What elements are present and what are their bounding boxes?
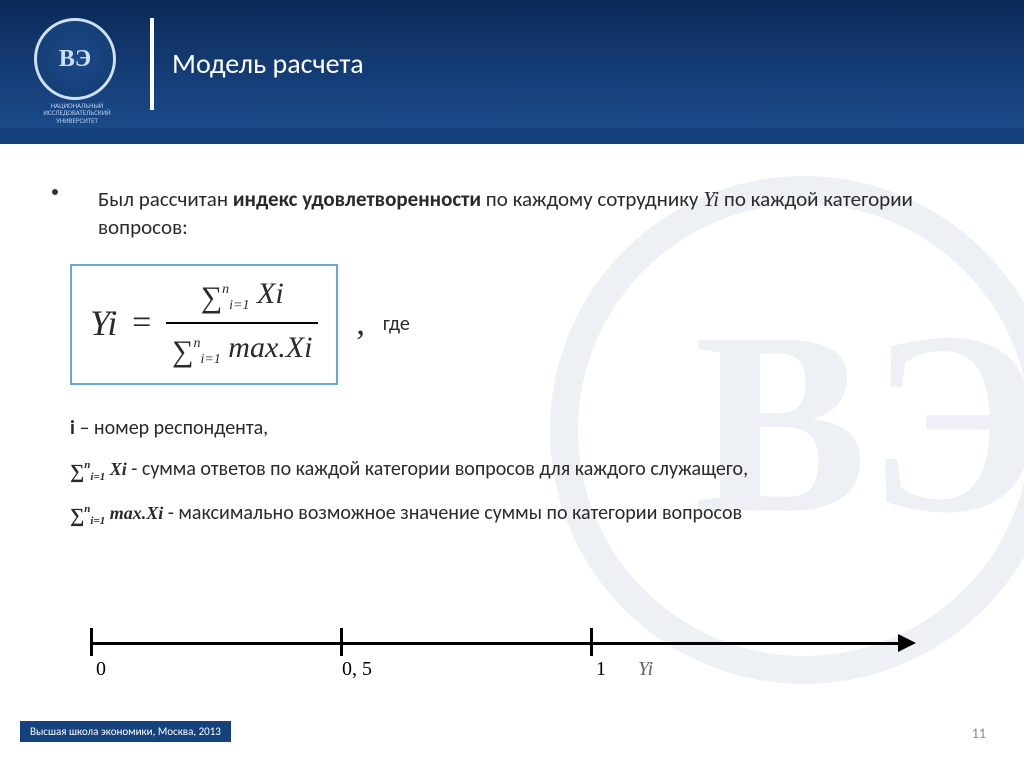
axis-label-0: 0 xyxy=(96,658,106,681)
logo-letters: ВЭ xyxy=(59,46,91,73)
intro-post: по каждому сотруднику xyxy=(481,186,703,212)
logo-caption: НАЦИОНАЛЬНЫЙ ИССЛЕДОВАТЕЛЬСКИЙ УНИВЕРСИТ… xyxy=(22,102,132,124)
denominator: ∑ni=1 max.Xi xyxy=(166,324,318,373)
intro-yi: Yi xyxy=(703,187,719,211)
header-bar: ВЭ НАЦИОНАЛЬНЫЙ ИССЛЕДОВАТЕЛЬСКИЙ УНИВЕР… xyxy=(0,0,1024,128)
def-sumxi: ∑ni=1 Xi - сумма ответов по каждой катег… xyxy=(70,456,970,486)
def-i: i – номер респондента, xyxy=(70,415,970,442)
formula-lhs: Yi xyxy=(90,303,117,343)
intro-pre: Был рассчитан xyxy=(98,186,233,212)
num-lower: i=1 xyxy=(229,298,249,313)
header-underline xyxy=(0,128,1024,144)
def-i-text: – номер респондента, xyxy=(75,416,268,440)
numerator: ∑ni=1 Xi xyxy=(166,274,318,325)
def-summax: ∑ni=1 max.Xi - максимально возможное зна… xyxy=(70,500,970,530)
slide-title: Модель расчета xyxy=(172,46,364,81)
content: Был рассчитан индекс удовлетворенности п… xyxy=(70,185,970,544)
formula-row: Yi = ∑ni=1 Xi ∑ni=1 max.Xi , где xyxy=(70,264,970,385)
definitions: i – номер респондента, ∑ni=1 Xi - сумма … xyxy=(70,415,970,530)
slide: ВЭ НАЦИОНАЛЬНЫЙ ИССЛЕДОВАТЕЛЬСКИЙ УНИВЕР… xyxy=(0,0,1024,768)
axis-label-yi: Yi xyxy=(638,658,653,681)
hse-logo: ВЭ xyxy=(34,18,116,100)
num-term: Xi xyxy=(250,277,284,310)
formula-box: Yi = ∑ni=1 Xi ∑ni=1 max.Xi xyxy=(70,264,338,385)
num-upper: n xyxy=(222,282,229,297)
axis-line xyxy=(90,642,900,645)
inline-sum-xi: ∑ni=1 Xi xyxy=(70,459,131,479)
intro-bold: индекс удовлетворенности xyxy=(233,186,481,212)
den-upper: n xyxy=(193,336,200,351)
tick-05 xyxy=(340,628,343,656)
sum-symbol-num: ∑ xyxy=(201,278,222,319)
bullet-icon xyxy=(52,189,58,195)
equals-sign: = xyxy=(132,300,151,346)
arrow-icon xyxy=(898,634,916,652)
axis-label-05: 0, 5 xyxy=(342,658,372,681)
where-label: где xyxy=(383,311,410,338)
axis-label-1: 1 xyxy=(596,658,606,681)
sum-symbol-den: ∑ xyxy=(172,332,193,373)
den-term: max.Xi xyxy=(221,331,313,364)
den-lower: i=1 xyxy=(200,352,220,367)
formula-comma: , xyxy=(356,301,365,347)
fraction: ∑ni=1 Xi ∑ni=1 max.Xi xyxy=(166,274,318,373)
page-number: 11 xyxy=(972,725,986,742)
number-line: 0 0, 5 1 Yi xyxy=(90,618,920,678)
tick-0 xyxy=(90,628,93,656)
def-summax-text: - максимально возможное значение суммы п… xyxy=(168,501,742,525)
header-divider xyxy=(150,18,154,110)
def-sumxi-text: - сумма ответов по каждой категории вопр… xyxy=(131,457,748,481)
intro-paragraph: Был рассчитан индекс удовлетворенности п… xyxy=(70,185,970,242)
inline-sum-max: ∑ni=1 max.Xi xyxy=(70,503,168,523)
tick-1 xyxy=(590,628,593,656)
footer-org: Высшая школа экономики, Москва, 2013 xyxy=(20,721,231,742)
